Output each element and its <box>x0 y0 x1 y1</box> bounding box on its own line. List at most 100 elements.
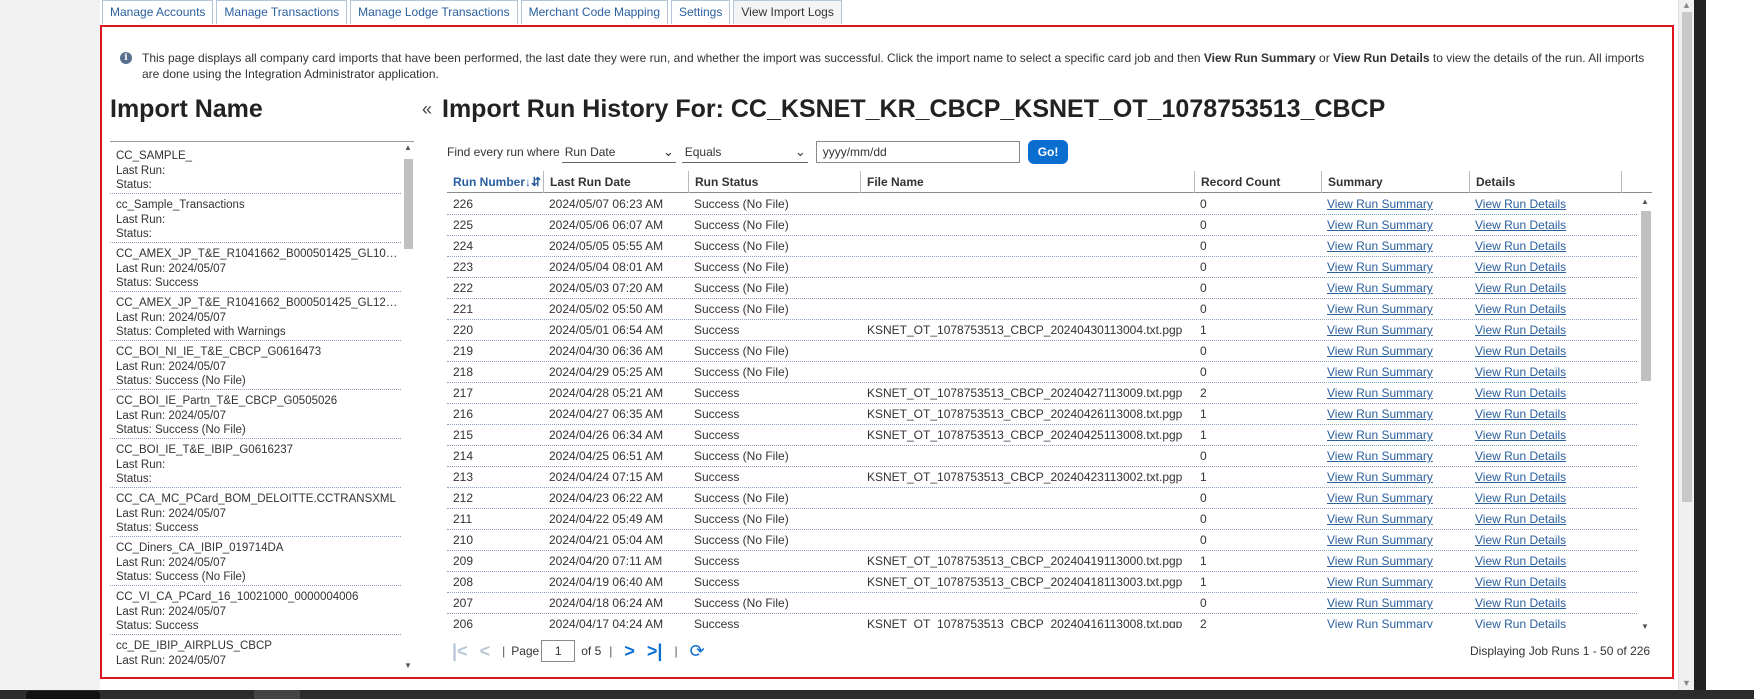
cell-date: 2024/04/29 05:25 AM <box>549 365 664 379</box>
view-run-details-link[interactable]: View Run Details <box>1475 383 1566 403</box>
import-list-item[interactable]: cc_Sample_Transactions Last Run: Status: <box>110 194 401 243</box>
scroll-down-icon[interactable]: ▼ <box>1641 622 1649 631</box>
cell-status: Success <box>694 323 740 337</box>
view-run-summary-link[interactable]: View Run Summary <box>1327 299 1433 319</box>
go-button[interactable]: Go! <box>1027 140 1069 164</box>
col-summary[interactable]: Summary <box>1321 171 1469 193</box>
prev-page-icon[interactable]: < <box>480 641 491 662</box>
tab-bar: Manage Accounts Manage Transactions Mana… <box>102 0 845 24</box>
col-details[interactable]: Details <box>1469 171 1622 193</box>
import-list-item[interactable]: cc_DE_IBIP_AIRPLUS_CBCP Last Run: 2024/05… <box>110 635 401 671</box>
tab-settings[interactable]: Settings <box>671 0 731 24</box>
tab-manage-lodge-transactions[interactable]: Manage Lodge Transactions <box>350 0 518 24</box>
import-item-name: CC_AMEX_JP_T&E_R1041662_B000501425_GL120… <box>116 297 401 309</box>
last-page-icon[interactable]: >| <box>647 641 663 662</box>
table-row: 217 2024/04/28 05:21 AM Success KSNET_OT_10… <box>447 383 1637 404</box>
view-run-summary-link[interactable]: View Run Summary <box>1327 593 1433 613</box>
taskbar-button[interactable] <box>26 691 100 699</box>
view-run-summary-link[interactable]: View Run Summary <box>1327 488 1433 508</box>
view-run-summary-link[interactable]: View Run Summary <box>1327 509 1433 529</box>
scroll-down-icon[interactable]: ▼ <box>1682 678 1691 688</box>
import-list-item[interactable]: CC_CA_MC_PCard_BOM_DELOITTE.CCTRANSXML La… <box>110 488 401 537</box>
next-page-icon[interactable]: > <box>624 641 635 662</box>
import-list-item[interactable]: CC_BOI_IE_T&E_IBIP_G0616237 Last Run: Stat… <box>110 439 401 488</box>
page-input[interactable]: 1 <box>541 640 576 662</box>
import-list-item[interactable]: CC_AMEX_JP_T&E_R1041662_B000501425_GL102… <box>110 243 401 292</box>
view-run-details-link[interactable]: View Run Details <box>1475 593 1566 613</box>
page-scrollbar[interactable]: ▲ ▼ <box>1678 0 1694 690</box>
collapse-panel-icon[interactable]: « <box>422 99 432 120</box>
view-run-summary-link[interactable]: View Run Summary <box>1327 446 1433 466</box>
col-record-count[interactable]: Record Count <box>1194 171 1321 193</box>
refresh-icon[interactable]: ⟳ <box>690 641 705 662</box>
cell-run: 226 <box>453 197 474 211</box>
col-run-number[interactable]: Run Number↓⇵ <box>447 171 543 193</box>
scroll-up-icon[interactable]: ▲ <box>1641 197 1649 206</box>
view-run-summary-link[interactable]: View Run Summary <box>1327 278 1433 298</box>
grid-scrollbar[interactable]: ▲ ▼ <box>1639 197 1652 631</box>
view-run-details-link[interactable]: View Run Details <box>1475 215 1566 235</box>
view-run-summary-link[interactable]: View Run Summary <box>1327 425 1433 445</box>
view-run-details-link[interactable]: View Run Details <box>1475 614 1566 628</box>
view-run-details-link[interactable]: View Run Details <box>1475 509 1566 529</box>
import-list-scrollbar[interactable]: ▲ ▼ <box>403 142 414 671</box>
view-run-summary-link[interactable]: View Run Summary <box>1327 467 1433 487</box>
taskbar-tile[interactable] <box>254 690 300 699</box>
col-file-name[interactable]: File Name <box>860 171 1194 193</box>
import-list-item[interactable]: CC_BOI_NI_IE_T&E_CBCP_G0616473 Last Run: … <box>110 341 401 390</box>
view-run-details-link[interactable]: View Run Details <box>1475 446 1566 466</box>
scroll-thumb[interactable] <box>1682 12 1692 502</box>
tab-manage-accounts[interactable]: Manage Accounts <box>102 0 214 24</box>
import-item-name: CC_BOI_NI_IE_T&E_CBCP_G0616473 <box>116 346 322 358</box>
view-run-details-link[interactable]: View Run Details <box>1475 236 1566 256</box>
view-run-details-link[interactable]: View Run Details <box>1475 278 1566 298</box>
scroll-up-icon[interactable]: ▲ <box>404 143 412 152</box>
view-run-summary-link[interactable]: View Run Summary <box>1327 236 1433 256</box>
scroll-down-icon[interactable]: ▼ <box>404 661 412 670</box>
import-item-status: Status: Completed with Warnings <box>116 326 286 338</box>
view-run-details-link[interactable]: View Run Details <box>1475 425 1566 445</box>
date-input[interactable]: yyyy/mm/dd <box>815 141 1020 163</box>
col-run-status[interactable]: Run Status <box>688 171 860 193</box>
view-run-summary-link[interactable]: View Run Summary <box>1327 362 1433 382</box>
view-run-details-link[interactable]: View Run Details <box>1475 341 1566 361</box>
filter-field-select[interactable]: Run Date ⌄ <box>561 141 676 163</box>
view-run-summary-link[interactable]: View Run Summary <box>1327 215 1433 235</box>
import-list-item[interactable]: CC_AMEX_JP_T&E_R1041662_B000501425_GL120… <box>110 292 401 341</box>
tab-view-import-logs[interactable]: View Import Logs <box>733 0 842 24</box>
view-run-summary-link[interactable]: View Run Summary <box>1327 572 1433 592</box>
view-run-summary-link[interactable]: View Run Summary <box>1327 404 1433 424</box>
first-page-icon[interactable]: |< <box>452 641 468 662</box>
import-list-item[interactable]: CC_VI_CA_PCard_16_10021000_0000004006 Las… <box>110 586 401 635</box>
scroll-thumb[interactable] <box>404 159 413 249</box>
cell-run: 224 <box>453 239 474 253</box>
view-run-summary-link[interactable]: View Run Summary <box>1327 341 1433 361</box>
view-run-summary-link[interactable]: View Run Summary <box>1327 530 1433 550</box>
view-run-details-link[interactable]: View Run Details <box>1475 488 1566 508</box>
view-run-details-link[interactable]: View Run Details <box>1475 551 1566 571</box>
view-run-summary-link[interactable]: View Run Summary <box>1327 551 1433 571</box>
tab-merchant-code-mapping[interactable]: Merchant Code Mapping <box>520 0 668 24</box>
import-list-item[interactable]: CC_Diners_CA_IBIP_019714DA Last Run: 2024… <box>110 537 401 586</box>
view-run-summary-link[interactable]: View Run Summary <box>1327 614 1433 628</box>
import-list-item[interactable]: CC_BOI_IE_Partn_T&E_CBCP_G0505026 Last Ru… <box>110 390 401 439</box>
view-run-details-link[interactable]: View Run Details <box>1475 257 1566 277</box>
col-last-run-date[interactable]: Last Run Date <box>543 171 688 193</box>
tab-manage-transactions[interactable]: Manage Transactions <box>216 0 348 24</box>
view-run-details-link[interactable]: View Run Details <box>1475 572 1566 592</box>
view-run-details-link[interactable]: View Run Details <box>1475 194 1566 214</box>
view-run-details-link[interactable]: View Run Details <box>1475 404 1566 424</box>
view-run-summary-link[interactable]: View Run Summary <box>1327 257 1433 277</box>
import-list-item[interactable]: CC_SAMPLE_ Last Run: Status: <box>110 145 401 194</box>
view-run-summary-link[interactable]: View Run Summary <box>1327 194 1433 214</box>
filter-operator-select[interactable]: Equals ⌄ <box>681 141 808 163</box>
view-run-summary-link[interactable]: View Run Summary <box>1327 320 1433 340</box>
view-run-details-link[interactable]: View Run Details <box>1475 299 1566 319</box>
scroll-up-icon[interactable]: ▲ <box>1682 0 1691 10</box>
scroll-thumb[interactable] <box>1641 211 1651 381</box>
view-run-summary-link[interactable]: View Run Summary <box>1327 383 1433 403</box>
view-run-details-link[interactable]: View Run Details <box>1475 530 1566 550</box>
view-run-details-link[interactable]: View Run Details <box>1475 320 1566 340</box>
view-run-details-link[interactable]: View Run Details <box>1475 362 1566 382</box>
view-run-details-link[interactable]: View Run Details <box>1475 467 1566 487</box>
